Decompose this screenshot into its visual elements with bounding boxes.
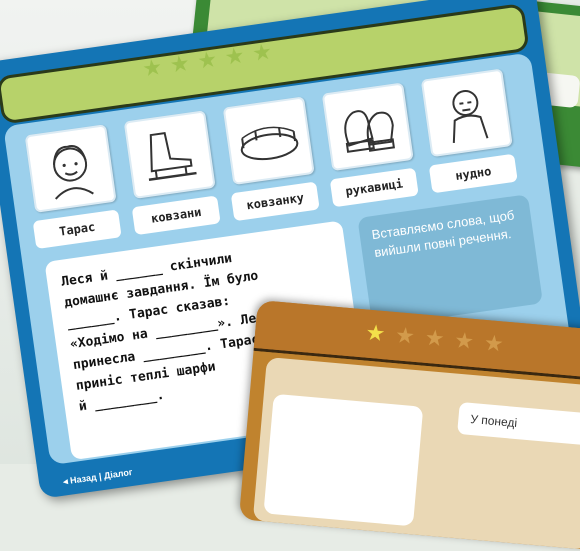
front-card-tag: У понеді — [457, 401, 580, 447]
front-card-text-area[interactable] — [263, 393, 424, 527]
picture-card-taras[interactable]: Тарас — [24, 124, 122, 250]
word-label-taras[interactable]: Тарас — [32, 209, 122, 250]
instruction-hint: Вставляємо слова, щоб вийшли повні речен… — [357, 194, 543, 328]
boy-face-icon — [24, 124, 117, 213]
front-card-panel: У понеді — [252, 357, 580, 550]
picture-card-mittens[interactable]: рукавиці — [321, 82, 419, 208]
word-label-mittens[interactable]: рукавиці — [329, 167, 419, 208]
skating-rink-icon — [222, 96, 315, 186]
picture-card-bored[interactable]: нудно — [420, 68, 518, 194]
ice-skates-icon — [123, 110, 216, 199]
word-label-skates[interactable]: ковзани — [131, 195, 221, 236]
word-label-bored[interactable]: нудно — [428, 153, 518, 194]
mittens-icon — [321, 82, 414, 172]
bored-boy-icon — [420, 68, 513, 158]
picture-card-skates[interactable]: ковзани — [123, 110, 221, 236]
picture-card-rink[interactable]: ковзанку — [222, 96, 320, 222]
word-label-rink[interactable]: ковзанку — [230, 181, 320, 222]
front-card-orange: ★★★★★ У понеді — [238, 300, 580, 551]
